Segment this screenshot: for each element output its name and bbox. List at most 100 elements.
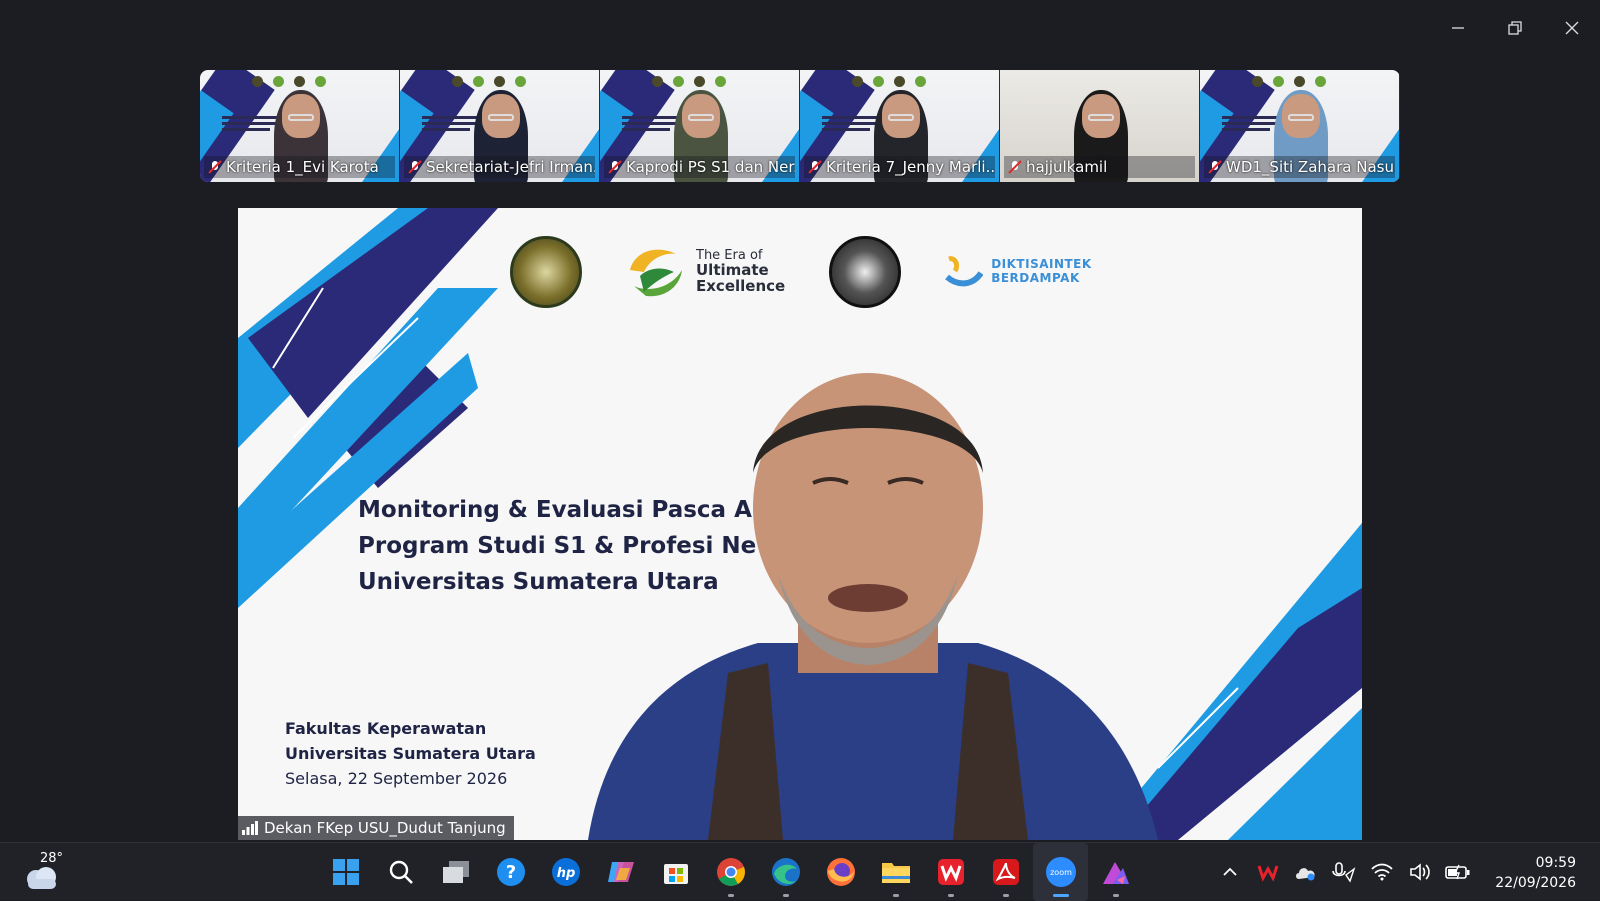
help-icon: ? <box>496 858 525 886</box>
wps-tray-icon <box>1257 865 1279 882</box>
onedrive-tray-button[interactable] <box>1292 858 1320 886</box>
acrobat-button[interactable] <box>978 843 1033 901</box>
dikti-logo: DIKTISAINTEK BERDAMPAK <box>945 255 1092 289</box>
volume-tray-button[interactable] <box>1406 858 1434 886</box>
temperature-text: 28° <box>40 851 64 866</box>
participant-glasses <box>1088 114 1114 121</box>
firefox-icon <box>826 858 855 886</box>
participant-tile[interactable]: hajjulkamil <box>1000 70 1200 182</box>
participant-name-label: Kaprodi PS S1 dan Ner... <box>604 156 795 178</box>
participant-name: Sekretariat-Jefri Irman... <box>426 158 595 176</box>
firefox-button[interactable] <box>813 843 868 901</box>
usu-seal-icon <box>510 236 582 308</box>
participant-tile[interactable]: Kaprodi PS S1 dan Ner... <box>600 70 800 182</box>
participant-name-label: Sekretariat-Jefri Irman... <box>404 156 595 178</box>
dikti-swoosh-icon <box>945 256 984 287</box>
store-button[interactable] <box>648 843 703 901</box>
mic-tray-button[interactable] <box>1330 858 1358 886</box>
zoom-button[interactable]: zoom <box>1033 843 1088 901</box>
restore-button[interactable] <box>1486 10 1543 46</box>
hp-app-button[interactable]: hp <box>538 843 593 901</box>
slide-logos-mini <box>1252 76 1326 87</box>
participant-name: hajjulkamil <box>1026 158 1108 176</box>
clock-date: 22/09/2026 <box>1495 875 1576 891</box>
svg-text:?: ? <box>505 862 515 883</box>
speaker-name: Dekan FKep USU_Dudut Tanjung <box>264 819 506 837</box>
leaf-logo-icon <box>630 249 682 297</box>
participant-glasses <box>288 114 314 121</box>
mic-muted-icon <box>1208 160 1222 174</box>
participant-name: WD1_Siti Zahara Nasu... <box>1226 158 1395 176</box>
acrobat-icon <box>992 859 1019 885</box>
task-view-button[interactable] <box>428 843 483 901</box>
wifi-icon <box>1371 863 1393 881</box>
mic-muted-icon <box>808 160 822 174</box>
zoom-icon: zoom <box>1045 857 1076 887</box>
store-icon <box>663 864 688 884</box>
wifi-tray-button[interactable] <box>1368 858 1396 886</box>
chevron-up-icon <box>1223 867 1237 876</box>
chrome-button[interactable] <box>703 843 758 901</box>
participant-glasses <box>888 114 914 121</box>
show-hidden-icons-button[interactable] <box>1216 858 1244 886</box>
era-line-3: Excellence <box>696 276 786 295</box>
dikti-line-1: DIKTISAINTEK <box>991 257 1092 272</box>
copilot-button[interactable] <box>593 843 648 901</box>
wps-icon <box>937 859 964 885</box>
hp-icon: hp <box>551 858 580 886</box>
help-button[interactable]: ? <box>483 843 538 901</box>
svg-text:zoom: zoom <box>1050 868 1072 877</box>
window-controls <box>1429 10 1600 46</box>
shared-screen[interactable]: The Era of Ultimate Excellence DIKTISAIN… <box>238 208 1362 840</box>
participant-glasses <box>688 114 714 121</box>
participant-glasses <box>488 114 514 121</box>
mic-muted-icon <box>608 160 622 174</box>
participant-strip: Kriteria 1_Evi Karota Sekretariat-Jefri I… <box>200 70 1400 182</box>
participant-name: Kaprodi PS S1 dan Ner... <box>626 158 795 176</box>
cloud-icon <box>27 867 56 889</box>
file-explorer-icon <box>881 863 910 883</box>
slide-subinfo: Fakultas Keperawatan Universitas Sumater… <box>285 716 536 791</box>
close-icon <box>1565 21 1578 35</box>
close-button[interactable] <box>1543 10 1600 46</box>
edge-button[interactable] <box>758 843 813 901</box>
slide-logos-mini <box>852 76 926 87</box>
slide-logos-mini <box>452 76 526 87</box>
taskbar: 28° ? hp zoom 09:59 22/09/2026 <box>0 842 1600 901</box>
slide-logos-mini <box>252 76 326 87</box>
file-explorer-button[interactable] <box>868 843 923 901</box>
faculty-text: Fakultas Keperawatan <box>285 719 487 738</box>
wps-tray-button[interactable] <box>1254 858 1282 886</box>
minimize-button[interactable] <box>1429 10 1486 46</box>
battery-tray-button[interactable] <box>1444 858 1472 886</box>
speaker-video <box>588 373 1158 840</box>
participant-tile[interactable]: Kriteria 7_Jenny Marli... <box>800 70 1000 182</box>
copilot-icon <box>607 862 634 882</box>
participant-name-label: WD1_Siti Zahara Nasu... <box>1204 156 1395 178</box>
mic-muted-icon <box>408 160 422 174</box>
participant-name: Kriteria 1_Evi Karota <box>226 158 379 176</box>
volume-icon <box>1410 863 1430 881</box>
mic-muted-icon <box>1008 160 1022 174</box>
participant-name-label: Kriteria 1_Evi Karota <box>204 156 395 178</box>
speaker-caption: Dekan FKep USU_Dudut Tanjung <box>238 816 514 840</box>
wps-button[interactable] <box>923 843 978 901</box>
affinity-button[interactable] <box>1088 843 1143 901</box>
svg-text:hp: hp <box>556 866 575 881</box>
taskbar-apps: ? hp zoom <box>318 843 1143 901</box>
start-icon <box>332 859 359 885</box>
participant-tile[interactable]: Kriteria 1_Evi Karota <box>200 70 400 182</box>
participant-tile[interactable]: WD1_Siti Zahara Nasu... <box>1200 70 1400 182</box>
signal-bars-icon <box>242 821 258 835</box>
weather-widget[interactable]: 28° <box>22 851 64 891</box>
participant-tile[interactable]: Sekretariat-Jefri Irman... <box>400 70 600 182</box>
clock-time: 09:59 <box>1535 855 1576 871</box>
participant-name: Kriteria 7_Jenny Marli... <box>826 158 995 176</box>
taskbar-clock[interactable]: 09:59 22/09/2026 <box>1495 853 1576 893</box>
date-text: Selasa, 22 September 2026 <box>285 769 508 788</box>
slide-logos-mini <box>652 76 726 87</box>
search-button[interactable] <box>373 843 428 901</box>
era-logo: The Era of Ultimate Excellence <box>626 246 785 298</box>
participant-glasses <box>1288 114 1314 121</box>
start-button[interactable] <box>318 843 373 901</box>
